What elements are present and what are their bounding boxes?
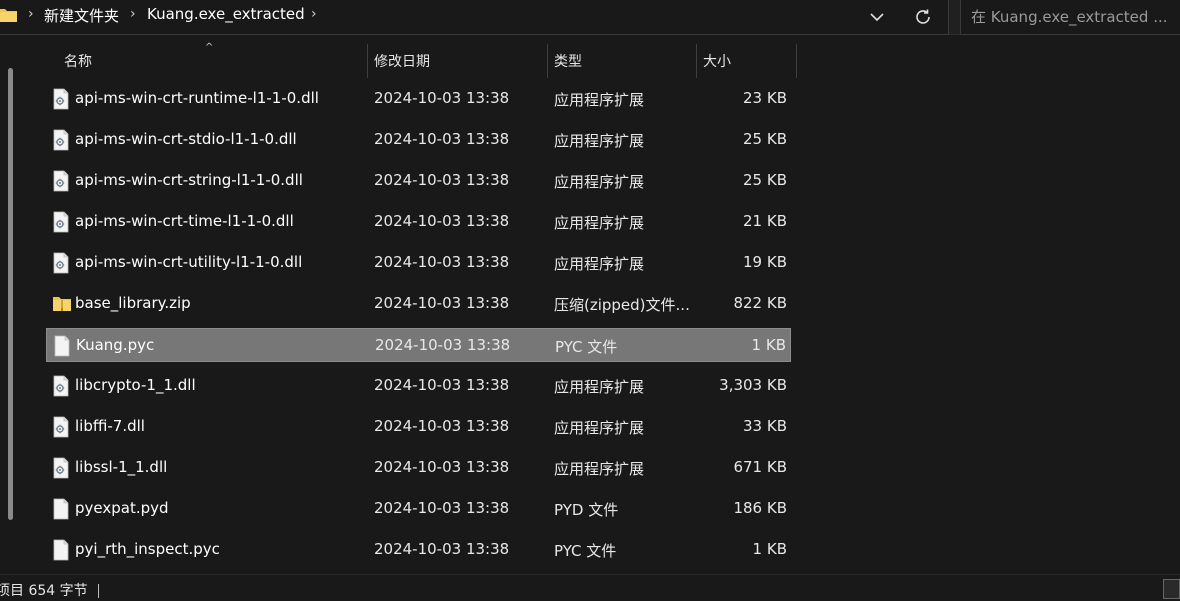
file-type: PYD 文件 [554, 501, 619, 519]
file-size: 671 KB [733, 458, 787, 476]
file-name: pyexpat.pyd [75, 499, 169, 517]
file-type: 应用程序扩展 [554, 214, 645, 232]
file-type: 应用程序扩展 [554, 91, 645, 109]
file-type: 应用程序扩展 [554, 132, 645, 150]
breadcrumb-item[interactable]: Kuang.exe_extracted [147, 5, 305, 23]
dll-file-icon [52, 252, 70, 274]
file-name: api-ms-win-crt-utility-l1-1-0.dll [75, 253, 303, 271]
file-size: 23 KB [743, 89, 787, 107]
file-type: 应用程序扩展 [554, 419, 645, 437]
folder-icon [0, 6, 18, 28]
file-name: Kuang.pyc [76, 336, 155, 354]
file-row[interactable]: api-ms-win-crt-string-l1-1-0.dll 2024-10-… [46, 164, 791, 198]
file-size: 186 KB [733, 499, 787, 517]
file-type: PYC 文件 [555, 338, 618, 356]
file-type: 压缩(zipped)文件... [554, 296, 690, 314]
file-modified-date: 2024-10-03 13:38 [374, 130, 510, 148]
file-name: libffi-7.dll [75, 417, 145, 435]
search-box[interactable] [960, 0, 1180, 35]
chevron-right-icon[interactable]: › [28, 6, 34, 22]
file-size: 1 KB [752, 540, 787, 558]
column-header-size[interactable]: 大小 [696, 44, 796, 78]
file-name: api-ms-win-crt-runtime-l1-1-0.dll [75, 89, 319, 107]
scrollbar-thumb[interactable] [8, 68, 13, 520]
file-name: api-ms-win-crt-stdio-l1-1-0.dll [75, 130, 297, 148]
details-view-icon[interactable] [1163, 579, 1180, 599]
dll-file-icon [52, 211, 70, 233]
file-row[interactable]: libssl-1_1.dll 2024-10-03 13:38 应用程序扩展 671 … [46, 451, 791, 485]
file-modified-date: 2024-10-03 13:38 [374, 253, 510, 271]
file-modified-date: 2024-10-03 13:38 [375, 336, 511, 354]
file-modified-date: 2024-10-03 13:38 [374, 540, 510, 558]
refresh-icon[interactable] [910, 4, 936, 30]
status-bar: 项目 654 字节 [0, 574, 1180, 601]
file-name: libssl-1_1.dll [75, 458, 168, 476]
file-size: 1 KB [751, 336, 786, 354]
file-modified-date: 2024-10-03 13:38 [374, 376, 510, 394]
file-modified-date: 2024-10-03 13:38 [374, 294, 510, 312]
file-modified-date: 2024-10-03 13:38 [374, 171, 510, 189]
status-divider [98, 584, 99, 598]
file-modified-date: 2024-10-03 13:38 [374, 417, 510, 435]
file-row[interactable]: api-ms-win-crt-utility-l1-1-0.dll 2024-10… [46, 246, 791, 280]
file-name: libcrypto-1_1.dll [75, 376, 196, 394]
file-size: 822 KB [733, 294, 787, 312]
dll-file-icon [52, 88, 70, 110]
dll-file-icon [52, 170, 70, 192]
column-header-date[interactable]: 修改日期 [367, 44, 547, 78]
file-row[interactable]: libcrypto-1_1.dll 2024-10-03 13:38 应用程序扩展 3… [46, 369, 791, 403]
file-modified-date: 2024-10-03 13:38 [374, 458, 510, 476]
dll-file-icon [52, 129, 70, 151]
file-type: 应用程序扩展 [554, 255, 645, 273]
search-input[interactable] [969, 5, 1173, 29]
file-row[interactable]: api-ms-win-crt-time-l1-1-0.dll 2024-10-03… [46, 205, 791, 239]
file-name: base_library.zip [75, 294, 191, 312]
column-header-type[interactable]: 类型 [547, 44, 696, 78]
dll-file-icon [52, 416, 70, 438]
file-row[interactable]: Kuang.pyc 2024-10-03 13:38 PYC 文件 1 KB [46, 328, 791, 362]
file-row[interactable]: base_library.zip 2024-10-03 13:38 压缩(zippe… [46, 287, 791, 321]
file-name: api-ms-win-crt-string-l1-1-0.dll [75, 171, 303, 189]
file-row[interactable]: libffi-7.dll 2024-10-03 13:38 应用程序扩展 33 KB [46, 410, 791, 444]
dll-file-icon [52, 375, 70, 397]
breadcrumb-item[interactable]: 新建文件夹 [44, 5, 119, 26]
file-name: pyi_rth_inspect.pyc [75, 540, 220, 558]
column-header-name[interactable]: 名称 [57, 44, 367, 78]
file-size: 3,303 KB [719, 376, 787, 394]
file-size: 33 KB [743, 417, 787, 435]
file-row[interactable]: api-ms-win-crt-stdio-l1-1-0.dll 2024-10-0… [46, 123, 791, 157]
file-type: PYC 文件 [554, 542, 617, 560]
top-bar: › 新建文件夹 › Kuang.exe_extracted › [0, 0, 1180, 35]
chevron-right-icon[interactable]: › [311, 6, 317, 22]
file-name: api-ms-win-crt-time-l1-1-0.dll [75, 212, 294, 230]
file-type: 应用程序扩展 [554, 378, 645, 396]
file-icon [52, 498, 70, 520]
file-icon [53, 335, 71, 357]
file-size: 19 KB [743, 253, 787, 271]
chevron-down-icon[interactable] [864, 4, 890, 30]
file-row[interactable]: api-ms-win-crt-runtime-l1-1-0.dll 2024-10… [46, 82, 791, 116]
status-text: 项目 654 字节 [0, 583, 88, 599]
file-row[interactable]: pyi_rth_inspect.pyc 2024-10-03 13:38 PYC 文… [46, 533, 791, 567]
address-bar[interactable]: › 新建文件夹 › Kuang.exe_extracted › [0, 0, 949, 35]
file-size: 25 KB [743, 171, 787, 189]
file-type: 应用程序扩展 [554, 173, 645, 191]
file-modified-date: 2024-10-03 13:38 [374, 89, 510, 107]
file-type: 应用程序扩展 [554, 460, 645, 478]
chevron-right-icon[interactable]: › [130, 6, 136, 22]
file-icon [52, 539, 70, 561]
file-modified-date: 2024-10-03 13:38 [374, 212, 510, 230]
file-row[interactable]: pyexpat.pyd 2024-10-03 13:38 PYD 文件 186 KB [46, 492, 791, 526]
file-size: 21 KB [743, 212, 787, 230]
zip-folder-icon [52, 293, 71, 315]
column-header-row: ^ 名称 修改日期 类型 大小 [0, 42, 800, 78]
file-modified-date: 2024-10-03 13:38 [374, 499, 510, 517]
column-divider[interactable] [796, 44, 797, 78]
dll-file-icon [52, 457, 70, 479]
file-size: 25 KB [743, 130, 787, 148]
